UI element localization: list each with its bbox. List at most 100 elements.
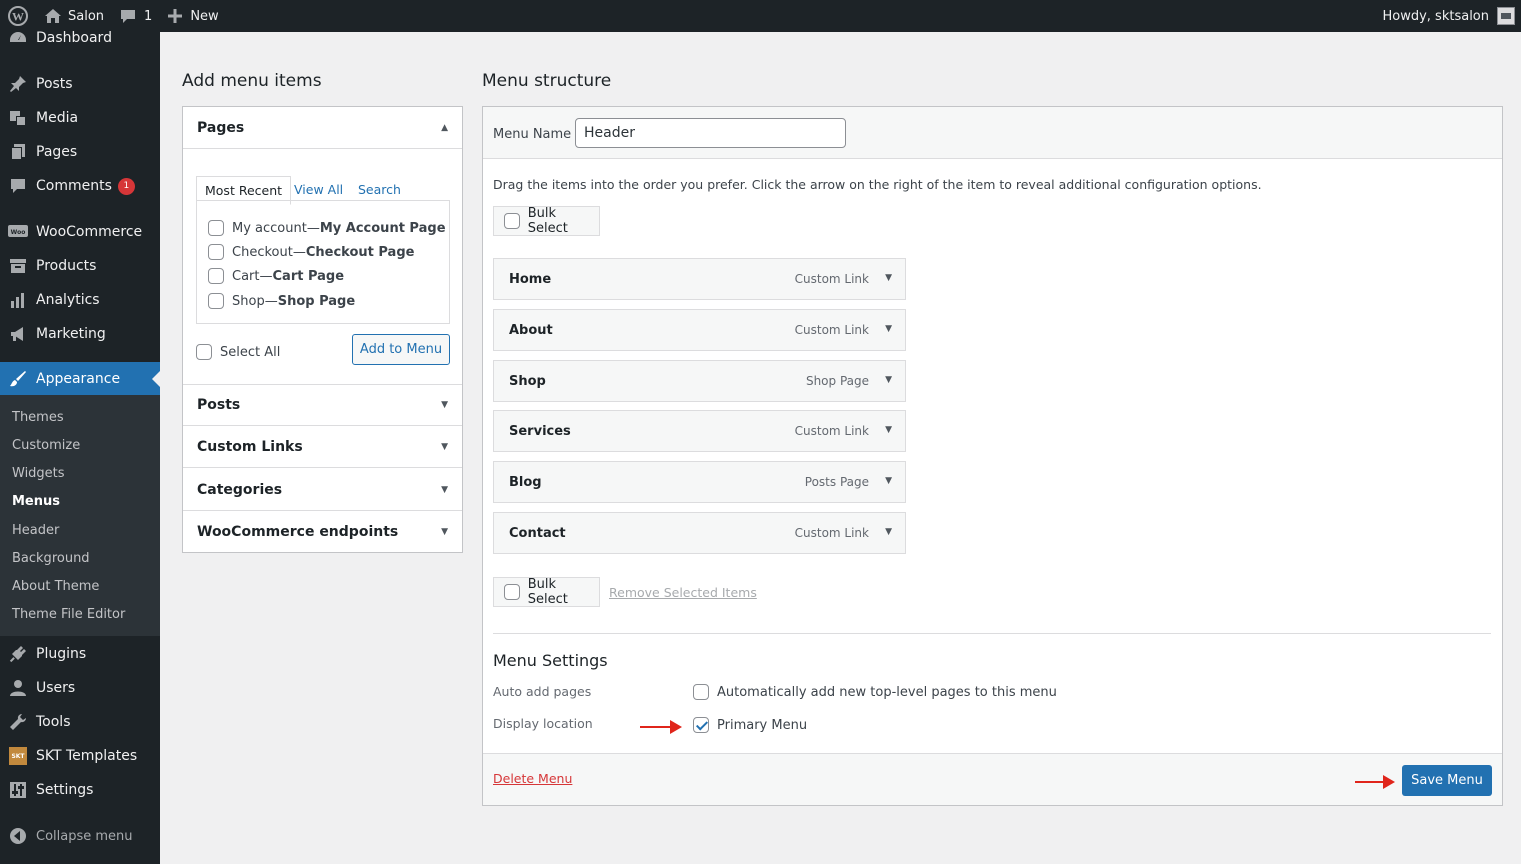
page-name: Shop (232, 293, 265, 309)
menu-management-panel: Menu Name Drag the items into the order … (482, 106, 1503, 806)
sidebar-item-media[interactable]: Media (0, 101, 160, 135)
menu-item-type: Custom Link (794, 272, 869, 286)
tab-search[interactable]: Search (358, 182, 401, 197)
chevron-down-icon[interactable]: ▼ (885, 324, 892, 334)
auto-add-pages-checkbox[interactable] (693, 684, 709, 700)
menu-item-blog[interactable]: Blog Posts Page ▼ (493, 461, 906, 503)
sidebar-item-analytics[interactable]: Analytics (0, 283, 160, 317)
chevron-down-icon[interactable]: ▼ (885, 425, 892, 435)
page-checkbox[interactable] (208, 220, 224, 236)
menu-item-contact[interactable]: Contact Custom Link ▼ (493, 512, 906, 554)
sliders-icon (10, 782, 26, 798)
page-checkbox[interactable] (208, 293, 224, 309)
pages-accordion-title: Pages (197, 119, 245, 136)
tab-view-all[interactable]: View All (294, 182, 343, 197)
sidebar-item-plugins[interactable]: Plugins (0, 637, 160, 671)
sidebar-item-woocommerce[interactable]: Woo WooCommerce (0, 215, 160, 249)
chevron-down-icon[interactable]: ▼ (885, 476, 892, 486)
sidebar-item-comments[interactable]: Comments 1 (0, 169, 160, 203)
remove-selected-items-link[interactable]: Remove Selected Items (609, 585, 757, 600)
submenu-item-widgets[interactable]: Widgets (12, 466, 65, 481)
pages-accordion-header[interactable]: Pages ▲ (183, 107, 462, 149)
submenu-item-header[interactable]: Header (12, 523, 59, 538)
select-all-row[interactable]: Select All (196, 344, 280, 360)
media-icon (10, 111, 26, 126)
menu-item-title: Services (509, 424, 571, 439)
sidebar-item-posts[interactable]: Posts (0, 67, 160, 101)
submenu-item-customize[interactable]: Customize (12, 438, 80, 453)
woo-icon: Woo (8, 225, 28, 237)
collapse-menu-button[interactable]: Collapse menu (0, 819, 160, 853)
submenu-item-background[interactable]: Background (12, 551, 90, 566)
auto-add-pages-row[interactable]: Automatically add new top-level pages to… (693, 684, 1057, 700)
primary-menu-checkbox[interactable] (693, 717, 709, 733)
menu-item-about[interactable]: About Custom Link ▼ (493, 309, 906, 351)
annotation-arrow (1355, 775, 1395, 789)
menu-item-home[interactable]: Home Custom Link ▼ (493, 258, 906, 300)
sidebar-item-label: Posts (36, 76, 73, 92)
menu-name-input[interactable] (575, 118, 846, 148)
add-menu-items-heading: Add menu items (182, 71, 322, 91)
comments-badge: 1 (117, 177, 135, 195)
chevron-down-icon[interactable]: ▼ (885, 273, 892, 283)
sidebar-item-label: SKT Templates (36, 748, 138, 764)
new-content-link[interactable]: New (160, 0, 226, 32)
display-location-label: Display location (493, 716, 593, 731)
bulk-select-top[interactable]: Bulk Select (493, 206, 600, 236)
list-item[interactable]: Checkout — Checkout Page (208, 244, 414, 260)
bulk-select-label: Bulk Select (527, 206, 568, 236)
submenu-item-theme-file-editor[interactable]: Theme File Editor (12, 607, 125, 622)
chevron-down-icon[interactable]: ▼ (885, 527, 892, 537)
categories-accordion-header[interactable]: Categories ▼ (183, 469, 462, 511)
sidebar-item-skt-templates[interactable]: SKT SKT Templates (0, 739, 160, 773)
menu-footer (483, 753, 1502, 805)
bulk-select-checkbox[interactable] (504, 584, 520, 600)
menu-item-type: Shop Page (805, 374, 869, 388)
sidebar-item-appearance[interactable]: Appearance (0, 362, 160, 396)
submenu-item-themes[interactable]: Themes (12, 410, 64, 425)
page-checkbox[interactable] (208, 244, 224, 260)
bulk-select-checkbox[interactable] (504, 213, 520, 229)
custom-links-accordion-header[interactable]: Custom Links ▼ (183, 426, 462, 468)
page-name: My account (232, 220, 307, 236)
list-item[interactable]: My account — My Account Page (208, 220, 446, 236)
woocommerce-endpoints-accordion-header[interactable]: WooCommerce endpoints ▼ (183, 511, 462, 553)
appearance-submenu: Themes Customize Widgets Menus Header Ba… (0, 395, 160, 636)
sidebar-item-dashboard[interactable]: Dashboard (0, 21, 160, 55)
sidebar-item-products[interactable]: Products (0, 249, 160, 283)
divider (493, 633, 1491, 634)
pin-icon (10, 76, 26, 92)
delete-menu-link[interactable]: Delete Menu (493, 771, 572, 786)
primary-menu-row[interactable]: Primary Menu (693, 717, 807, 733)
submenu-item-about-theme[interactable]: About Theme (12, 579, 99, 594)
select-all-checkbox[interactable] (196, 344, 212, 360)
submenu-item-menus[interactable]: Menus (12, 494, 60, 509)
page-checkbox[interactable] (208, 268, 224, 284)
sidebar-item-marketing[interactable]: Marketing (0, 317, 160, 351)
list-item[interactable]: Shop — Shop Page (208, 293, 355, 309)
sidebar-item-label: Users (36, 680, 76, 696)
avatar (1497, 7, 1515, 25)
sidebar-item-pages[interactable]: Pages (0, 135, 160, 169)
sidebar-item-label: Appearance (36, 371, 121, 387)
page-name: Cart (232, 268, 260, 284)
sidebar-item-users[interactable]: Users (0, 671, 160, 705)
save-menu-button[interactable]: Save Menu (1402, 765, 1492, 796)
menu-item-services[interactable]: Services Custom Link ▼ (493, 410, 906, 452)
auto-add-pages-label: Auto add pages (493, 684, 592, 699)
posts-accordion-header[interactable]: Posts ▼ (183, 384, 462, 426)
my-account-link[interactable]: Howdy, sktsalon (1374, 0, 1521, 32)
chevron-down-icon[interactable]: ▼ (885, 375, 892, 385)
sidebar-item-tools[interactable]: Tools (0, 705, 160, 739)
page-type: My Account Page (319, 220, 446, 236)
chevron-down-icon: ▼ (441, 400, 448, 410)
menu-settings-heading: Menu Settings (493, 651, 608, 670)
list-item[interactable]: Cart — Cart Page (208, 268, 344, 284)
add-to-menu-button[interactable]: Add to Menu (352, 334, 450, 365)
menu-item-shop[interactable]: Shop Shop Page ▼ (493, 360, 906, 402)
user-icon (10, 680, 26, 696)
plug-icon (9, 646, 26, 663)
bulk-select-bottom[interactable]: Bulk Select (493, 577, 600, 607)
sidebar-item-settings[interactable]: Settings (0, 773, 160, 807)
select-all-label: Select All (220, 344, 281, 360)
